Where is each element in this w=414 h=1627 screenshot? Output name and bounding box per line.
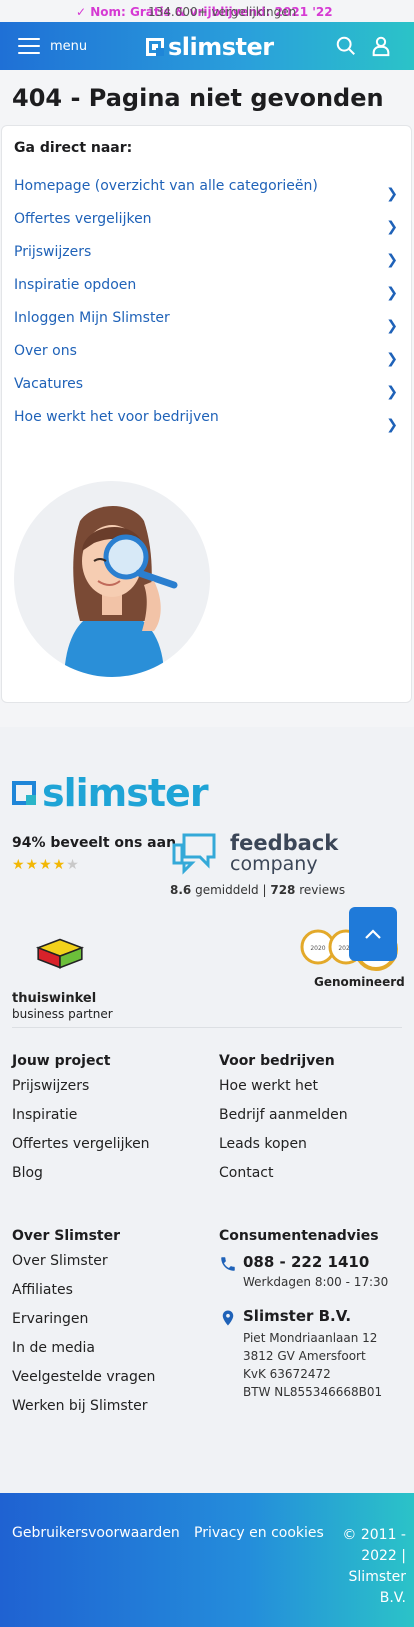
company-name: Slimster B.V. <box>243 1307 352 1325</box>
feedback-name-line1: feedback <box>230 831 339 855</box>
footer-link[interactable]: Hoe werkt het <box>219 1078 409 1107</box>
quick-link-offertes[interactable]: Offertes vergelijken ❯ <box>14 211 402 244</box>
footer-link[interactable]: Veelgestelde vragen <box>12 1369 202 1398</box>
footer-logo-text: slimster <box>42 771 209 815</box>
ticker-count: 134.000+ vergelijkingen <box>148 5 297 19</box>
footer-divider <box>12 1027 402 1028</box>
privacy-link[interactable]: Privacy en cookies <box>194 1525 324 1541</box>
chevron-right-icon: ❯ <box>386 219 398 235</box>
address-line: 3812 GV Amersfoort <box>243 1349 366 1363</box>
thuiswinkel-text: thuiswinkel <box>12 991 97 1006</box>
quick-link-bedrijven[interactable]: Hoe werkt het voor bedrijven ❯ <box>14 409 402 442</box>
quick-link-over-ons[interactable]: Over ons ❯ <box>14 343 402 376</box>
footer-link[interactable]: Prijswijzers <box>12 1078 202 1107</box>
footer-col-consumer: Consumentenadvies 088 - 222 1410 Werkdag… <box>219 1228 409 1401</box>
footer-link[interactable]: Offertes vergelijken <box>12 1136 202 1165</box>
scroll-to-top-button[interactable] <box>349 907 397 961</box>
page-title: 404 - Pagina niet gevonden <box>12 84 384 112</box>
phone-number[interactable]: 088 - 222 1410 <box>243 1253 409 1271</box>
footer-heading: Voor bedrijven <box>219 1053 335 1069</box>
searching-woman-illustration <box>14 481 210 677</box>
site-header: menu slimster <box>0 22 414 70</box>
footer-col-project: Jouw project Prijswijzers Inspiratie Off… <box>12 1053 202 1194</box>
chevron-up-icon <box>365 929 381 939</box>
opening-hours: Werkdagen 8:00 - 17:30 <box>243 1275 389 1289</box>
chevron-right-icon: ❯ <box>386 384 398 400</box>
search-icon[interactable] <box>335 35 357 57</box>
footer-link[interactable]: Werken bij Slimster <box>12 1398 202 1427</box>
footer-heading: Consumentenadvies <box>219 1228 379 1244</box>
footer-logo[interactable]: slimster <box>12 771 209 815</box>
top-ticker: ✓ Nom: Gratis & vrijblijvend: 2021 '22 1… <box>0 0 414 22</box>
footer-link[interactable]: Inspiratie <box>12 1107 202 1136</box>
quick-link-vacatures[interactable]: Vacatures ❯ <box>14 376 402 409</box>
footer-link[interactable]: In de media <box>12 1340 202 1369</box>
user-icon[interactable] <box>370 35 392 57</box>
feedback-name-line2: company <box>230 853 318 875</box>
address-line: KvK 63672472 <box>243 1367 331 1381</box>
chevron-right-icon: ❯ <box>386 318 398 334</box>
quick-link-prijswijzers[interactable]: Prijswijzers ❯ <box>14 244 402 277</box>
card-heading: Ga direct naar: <box>14 140 133 156</box>
feedback-score: 8.6 gemiddeld | 728 reviews <box>170 883 346 897</box>
footer-col-about: Over Slimster Over Slimster Affiliates E… <box>12 1228 202 1427</box>
chevron-right-icon: ❯ <box>386 186 398 202</box>
chevron-right-icon: ❯ <box>386 351 398 367</box>
quick-link-inspiratie[interactable]: Inspiratie opdoen ❯ <box>14 277 402 310</box>
address-line: Piet Mondriaanlaan 12 <box>243 1331 378 1345</box>
phone-icon <box>221 1257 235 1271</box>
hamburger-icon <box>18 38 40 54</box>
site-footer: slimster 94% beveelt ons aan ★★★★★ feedb… <box>0 727 414 1493</box>
feedback-bubbles-icon <box>172 833 216 875</box>
location-pin-icon <box>222 1310 234 1326</box>
chevron-right-icon: ❯ <box>386 285 398 301</box>
header-logo[interactable]: slimster <box>146 33 274 61</box>
thuiswinkel-cube-icon[interactable] <box>34 923 86 983</box>
copyright: © 2011 - 2022 | Slimster B.V. <box>342 1527 406 1606</box>
recommend-rate: 94% beveelt ons aan <box>12 835 177 851</box>
footer-heading: Jouw project <box>12 1053 111 1069</box>
menu-button[interactable]: menu <box>18 34 87 58</box>
chevron-right-icon: ❯ <box>386 417 398 433</box>
quick-links-list: Homepage (overzicht van alle categorieën… <box>14 178 402 442</box>
award-label: Genomineerd <box>314 975 405 989</box>
logo-text: slimster <box>168 33 274 61</box>
thuiswinkel-subtext: business partner <box>12 1007 113 1021</box>
terms-link[interactable]: Gebruikersvoorwaarden <box>12 1525 180 1541</box>
svg-text:2020: 2020 <box>310 945 325 952</box>
footer-bottom-bar: Gebruikersvoorwaarden Privacy en cookies… <box>0 1493 414 1627</box>
footer-link[interactable]: Over Slimster <box>12 1253 202 1282</box>
footer-link[interactable]: Bedrijf aanmelden <box>219 1107 409 1136</box>
address-line: BTW NL855346668B01 <box>243 1385 383 1399</box>
logo-mark-icon <box>146 38 164 56</box>
footer-link[interactable]: Contact <box>219 1165 409 1194</box>
address-block: Slimster B.V. Piet Mondriaanlaan 12 3812… <box>219 1307 409 1401</box>
quick-link-inloggen[interactable]: Inloggen Mijn Slimster ❯ <box>14 310 402 343</box>
footer-link[interactable]: Blog <box>12 1165 202 1194</box>
footer-link[interactable]: Ervaringen <box>12 1311 202 1340</box>
feedback-company-badge[interactable]: feedback company 8.6 gemiddeld | 728 rev… <box>170 831 345 897</box>
quick-links-card: Ga direct naar: Homepage (overzicht van … <box>1 125 412 703</box>
footer-link[interactable]: Affiliates <box>12 1282 202 1311</box>
rating-stars: ★★★★★ <box>12 857 80 873</box>
menu-label: menu <box>50 38 88 54</box>
footer-link[interactable]: Leads kopen <box>219 1136 409 1165</box>
quick-link-homepage[interactable]: Homepage (overzicht van alle categorieën… <box>14 178 402 211</box>
logo-mark-icon <box>12 781 36 805</box>
phone-block[interactable]: 088 - 222 1410 Werkdagen 8:00 - 17:30 <box>219 1253 409 1289</box>
footer-col-business: Voor bedrijven Hoe werkt het Bedrijf aan… <box>219 1053 409 1194</box>
footer-heading: Over Slimster <box>12 1228 120 1244</box>
chevron-right-icon: ❯ <box>386 252 398 268</box>
